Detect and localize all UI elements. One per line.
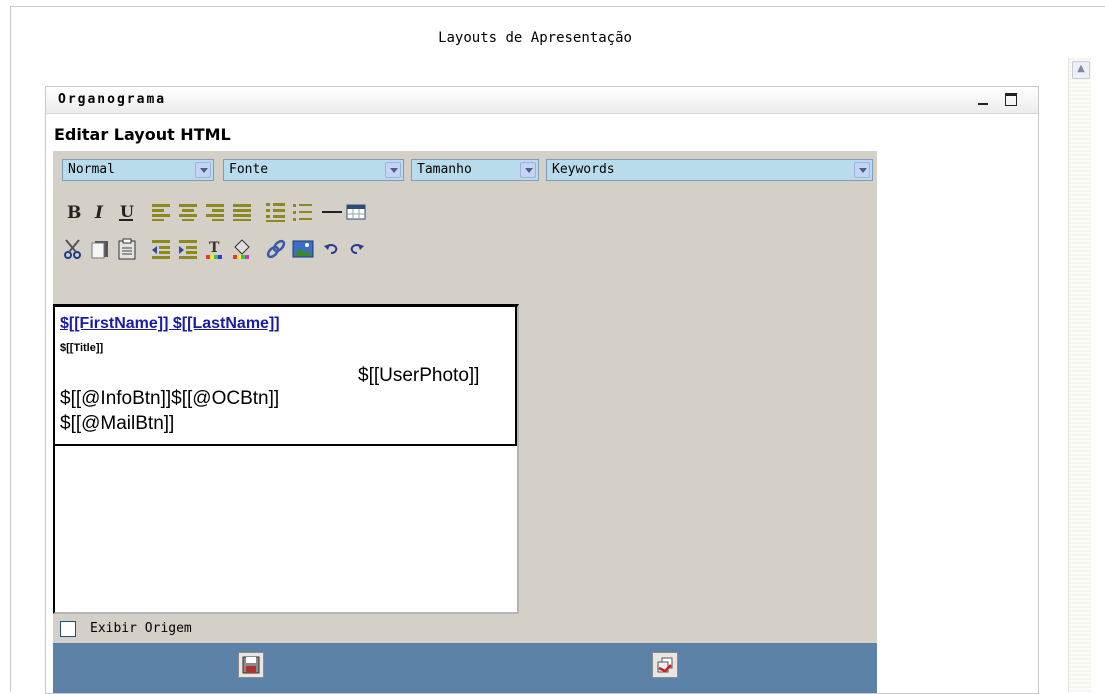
portlet-title: Organograma bbox=[58, 92, 167, 107]
keywords-select-value: Keywords bbox=[552, 162, 615, 177]
undo-icon[interactable] bbox=[321, 238, 343, 260]
font-select[interactable]: Fonte bbox=[223, 159, 404, 181]
buttons-placeholder: $[[@InfoBtn]]$[[@OCBtn]] bbox=[60, 388, 280, 409]
svg-text:I: I bbox=[94, 203, 104, 223]
font-select-value: Fonte bbox=[229, 162, 269, 177]
justify-icon[interactable] bbox=[231, 201, 253, 223]
underline-icon[interactable]: U bbox=[116, 201, 138, 223]
indent-icon[interactable] bbox=[177, 238, 199, 260]
size-select[interactable]: Tamanho bbox=[411, 159, 539, 181]
format-select-value: Normal bbox=[68, 162, 115, 177]
action-bar bbox=[53, 643, 877, 693]
show-source-label: Exibir Origem bbox=[90, 621, 192, 636]
cancel-button[interactable] bbox=[652, 652, 678, 678]
copy-icon[interactable] bbox=[89, 238, 111, 260]
vertical-scrollbar[interactable]: ▲ bbox=[1068, 58, 1091, 692]
title-placeholder: $[[Title]] bbox=[60, 342, 104, 354]
unordered-list-icon[interactable] bbox=[292, 201, 314, 223]
chevron-down-icon bbox=[520, 162, 536, 178]
page-heading: Layouts de Apresentação bbox=[438, 30, 632, 46]
chevron-down-icon bbox=[854, 162, 870, 178]
chevron-down-icon bbox=[385, 162, 401, 178]
redo-icon[interactable] bbox=[345, 238, 367, 260]
editor-heading: Editar Layout HTML bbox=[54, 125, 231, 144]
cut-icon[interactable] bbox=[63, 238, 85, 260]
chevron-down-icon bbox=[195, 162, 211, 178]
background-color-icon[interactable] bbox=[231, 238, 253, 260]
text-color-icon[interactable]: T bbox=[204, 238, 226, 260]
photo-placeholder: $[[UserPhoto]] bbox=[358, 365, 480, 386]
format-select[interactable]: Normal bbox=[62, 159, 214, 181]
keywords-select[interactable]: Keywords bbox=[546, 159, 873, 181]
layout-table: $[[FirstName]] $[[LastName]] $[[Title]] … bbox=[55, 307, 517, 446]
horizontal-rule-icon[interactable] bbox=[321, 201, 343, 223]
html-edit-area[interactable]: $[[FirstName]] $[[LastName]] $[[Title]] … bbox=[53, 304, 519, 614]
scroll-up-button[interactable]: ▲ bbox=[1072, 61, 1090, 79]
organogram-portlet: Organograma Editar Layout HTML Normal Fo… bbox=[45, 86, 1039, 694]
svg-text:B: B bbox=[67, 203, 81, 223]
align-left-icon[interactable] bbox=[150, 201, 172, 223]
outdent-icon[interactable] bbox=[150, 238, 172, 260]
frame-left-border bbox=[10, 6, 11, 692]
cancel-icon bbox=[657, 657, 673, 673]
table-icon[interactable] bbox=[345, 201, 367, 223]
html-editor: Normal Fonte Tamanho Keywords B I U T $[… bbox=[53, 151, 877, 693]
align-center-icon[interactable] bbox=[177, 201, 199, 223]
paste-icon[interactable] bbox=[116, 238, 138, 260]
size-select-value: Tamanho bbox=[417, 162, 472, 177]
editor-toolbar: Normal Fonte Tamanho Keywords B I U T bbox=[53, 151, 877, 283]
mail-placeholder: $[[@MailBtn]] bbox=[60, 413, 175, 434]
align-right-icon[interactable] bbox=[204, 201, 226, 223]
bold-icon[interactable]: B bbox=[63, 201, 85, 223]
show-source-checkbox[interactable] bbox=[60, 621, 76, 637]
ordered-list-icon[interactable] bbox=[265, 201, 287, 223]
italic-icon[interactable]: I bbox=[89, 201, 111, 223]
minimize-icon[interactable] bbox=[976, 92, 990, 106]
svg-text:U: U bbox=[120, 202, 134, 221]
save-icon bbox=[242, 656, 260, 674]
name-placeholder-link[interactable]: $[[FirstName]] $[[LastName]] bbox=[60, 315, 280, 333]
save-button[interactable] bbox=[238, 652, 264, 678]
svg-text:T: T bbox=[209, 240, 220, 256]
maximize-icon[interactable] bbox=[1004, 92, 1018, 106]
portlet-titlebar: Organograma bbox=[46, 87, 1038, 114]
link-icon[interactable] bbox=[265, 238, 287, 260]
frame-top-border bbox=[10, 6, 1105, 7]
image-icon[interactable] bbox=[292, 238, 314, 260]
